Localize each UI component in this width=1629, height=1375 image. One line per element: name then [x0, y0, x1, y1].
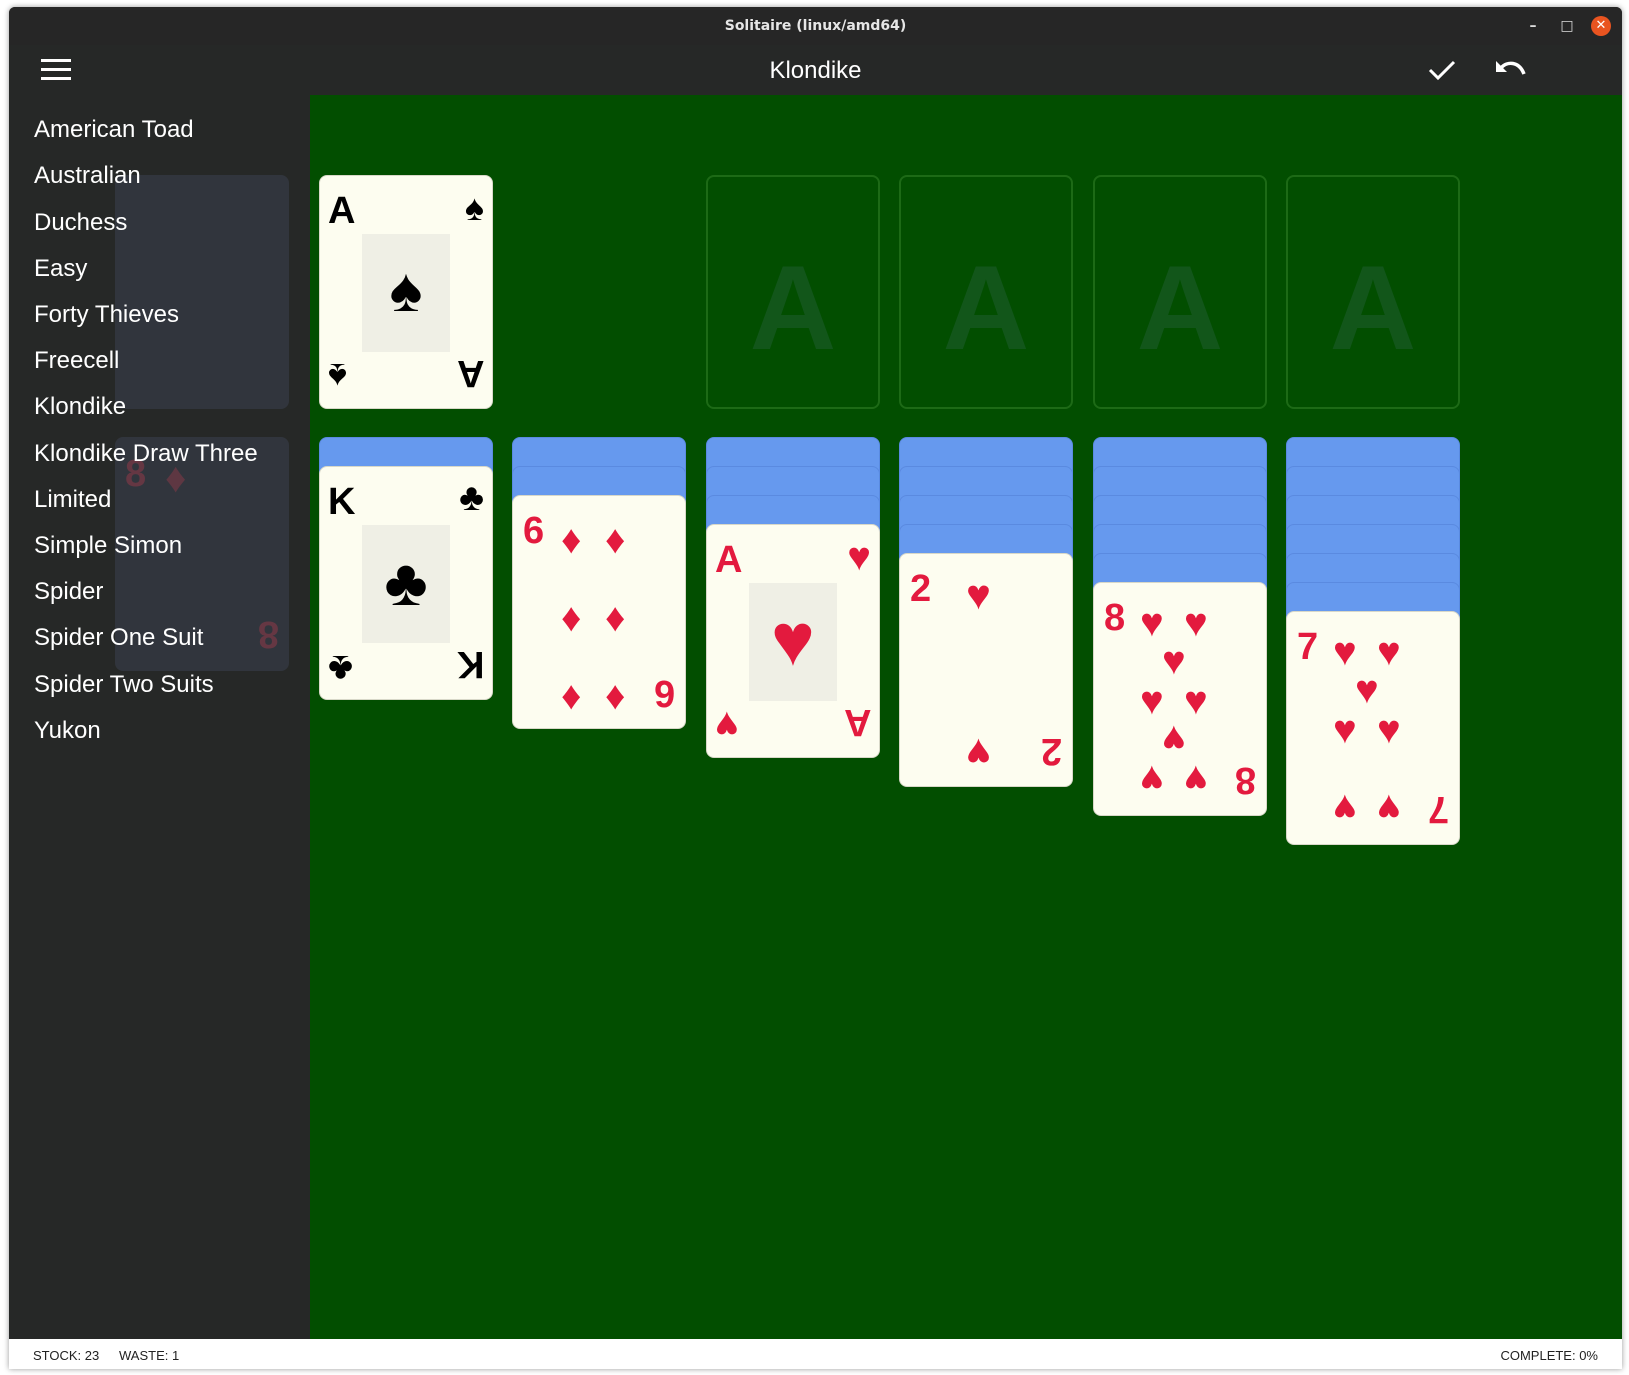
menu-item-easy[interactable]: Easy [34, 255, 87, 283]
card-rank: A [715, 539, 743, 581]
heart-icon: ♥ [966, 730, 991, 777]
tableau-card[interactable]: K ♣ ♣ ♣ K [319, 466, 493, 700]
heart-icon: ♥ [715, 703, 739, 747]
card-rank-bottom: K [456, 643, 484, 685]
foundation-label: A [1329, 241, 1417, 375]
app-bar: Klondike [9, 45, 1622, 95]
heart-icon: ♥ [1377, 630, 1401, 674]
heart-icon: ♥ [1333, 708, 1357, 752]
menu-item-australian[interactable]: Australian [34, 162, 141, 190]
club-icon: ♣ [459, 477, 484, 519]
card-rank-bottom: 7 [1427, 788, 1449, 830]
foundation-label: A [942, 241, 1030, 375]
heart-icon: ♥ [966, 571, 991, 618]
heart-icon: ♥ [1184, 757, 1208, 801]
card-rank-bottom: 6 [653, 672, 675, 714]
menu-item-american-toad[interactable]: American Toad [34, 116, 194, 144]
foundation-slot[interactable]: A [706, 175, 880, 409]
foundation-slot[interactable]: A [899, 175, 1073, 409]
diamond-icon: ♦ [605, 518, 626, 562]
menu-item-limited[interactable]: Limited [34, 486, 111, 514]
card-rank: 8 [1104, 597, 1126, 639]
ghost-card-back [115, 175, 289, 409]
card-rank-bottom: 8 [1234, 759, 1256, 801]
menu-item-forty-thieves[interactable]: Forty Thieves [34, 301, 179, 329]
checkmark-icon[interactable] [1425, 55, 1459, 85]
stock-count: STOCK: 23 [33, 1348, 100, 1363]
menu-item-spider-two-suits[interactable]: Spider Two Suits [34, 671, 214, 699]
waste-card[interactable]: A ♠ ♠ ♠ A [319, 175, 493, 409]
heart-icon: ♥ [1162, 639, 1186, 683]
heart-icon: ♥ [1184, 679, 1208, 723]
heart-icon: ♥ [1377, 708, 1401, 752]
foundation-slot[interactable]: A [1093, 175, 1267, 409]
tableau-card[interactable]: 6 ♦ ♦ ♦ ♦ ♦ ♦ 6 [512, 495, 686, 729]
waste-count: WASTE: 1 [119, 1348, 180, 1363]
club-icon: ♣ [328, 647, 353, 689]
window-title: Solitaire (linux/amd64) [724, 18, 907, 34]
menu-item-spider[interactable]: Spider [34, 578, 103, 606]
card-rank: K [328, 481, 356, 523]
tableau-card[interactable]: 8 ♥ ♥ ♥ ♥ ♥ ♥ ♥ ♥ 8 [1093, 582, 1267, 816]
status-bar: STOCK: 23 WASTE: 1 COMPLETE: 0% [9, 1339, 1622, 1369]
menu-item-freecell[interactable]: Freecell [34, 347, 119, 375]
game-board[interactable]: A ♠ ♠ ♠ A A A A A K ♣ ♣ ♣ K 6 ♦ ♦ ♦ ♦ ♦ … [310, 95, 1622, 1345]
tableau-card[interactable]: A ♥ ♥ ♥ A [706, 524, 880, 758]
foundation-slot[interactable]: A [1286, 175, 1460, 409]
diamond-icon: ♦ [605, 596, 626, 640]
card-rank: 7 [1297, 626, 1319, 668]
tableau-card[interactable]: 7 ♥ ♥ ♥ ♥ ♥ ♥ ♥ 7 [1286, 611, 1460, 845]
completion-percent: COMPLETE: 0% [1500, 1348, 1598, 1363]
card-rank: 2 [910, 568, 932, 610]
heart-icon: ♥ [1140, 601, 1164, 645]
club-icon: ♣ [384, 545, 428, 619]
heart-icon: ♥ [1140, 757, 1164, 801]
menu-item-spider-one-suit[interactable]: Spider One Suit [34, 624, 203, 652]
game-title: Klondike [769, 57, 862, 84]
menu-item-klondike[interactable]: Klondike [34, 393, 126, 421]
card-suit-icon: ♠ [464, 187, 484, 228]
game-list-drawer: 8 ♦ 8 American Toad Australian Duchess E… [9, 95, 310, 1339]
menu-item-simple-simon[interactable]: Simple Simon [34, 532, 182, 560]
tableau-card[interactable]: 2 ♥ ♥ 2 [899, 553, 1073, 787]
diamond-icon: ♦ [561, 674, 582, 718]
minimize-icon[interactable]: – [1523, 16, 1543, 36]
heart-icon: ♥ [1377, 786, 1401, 830]
heart-icon: ♥ [1140, 679, 1164, 723]
card-suit-icon: ♠ [328, 356, 348, 397]
title-bar[interactable]: Solitaire (linux/amd64) – □ ✕ [9, 7, 1622, 45]
menu-item-duchess[interactable]: Duchess [34, 209, 127, 237]
menu-item-klondike-draw-three[interactable]: Klondike Draw Three [34, 440, 258, 468]
spade-icon: ♠ [389, 256, 423, 325]
diamond-icon: ♦ [561, 518, 582, 562]
heart-icon: ♥ [1355, 668, 1379, 712]
undo-icon[interactable] [1493, 55, 1527, 85]
card-rank: A [328, 190, 356, 232]
card-rank-bottom: A [456, 352, 484, 394]
foundation-label: A [749, 241, 837, 375]
diamond-icon: ♦ [605, 674, 626, 718]
heart-icon: ♥ [1184, 601, 1208, 645]
foundation-label: A [1136, 241, 1224, 375]
maximize-icon[interactable]: □ [1557, 16, 1577, 36]
menu-item-yukon[interactable]: Yukon [34, 717, 101, 745]
heart-icon: ♥ [771, 598, 815, 681]
heart-icon: ♥ [1333, 630, 1357, 674]
close-icon[interactable]: ✕ [1591, 16, 1611, 36]
heart-icon: ♥ [1333, 786, 1357, 830]
heart-icon: ♥ [1162, 717, 1186, 761]
app-window: Solitaire (linux/amd64) – □ ✕ Klondike 8… [9, 7, 1622, 1369]
heart-icon: ♥ [847, 535, 871, 579]
card-rank-bottom: 2 [1040, 730, 1062, 772]
diamond-icon: ♦ [561, 596, 582, 640]
ghost-card-rank-bottom: 8 [257, 613, 279, 655]
card-rank-bottom: A [843, 701, 871, 743]
card-rank: 6 [523, 510, 545, 552]
